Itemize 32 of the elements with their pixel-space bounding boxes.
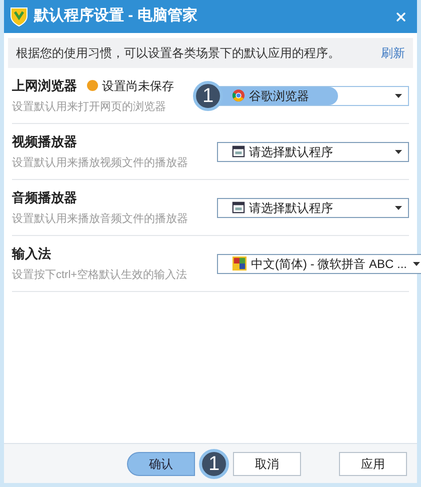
- window-title: 默认程序设置 - 电脑管家: [34, 6, 198, 26]
- dropdown-arrow-icon: [395, 150, 402, 154]
- program-dropdown[interactable]: 请选择默认程序: [217, 198, 409, 218]
- window-program-icon: [232, 145, 245, 158]
- step-number-badge: 1: [199, 448, 229, 478]
- browser-logo-icon: [232, 89, 245, 102]
- setting-title: 音频播放器: [12, 189, 77, 207]
- setting-title: 输入法: [12, 245, 51, 263]
- dialog-button[interactable]: 应用: [339, 452, 407, 476]
- program-dropdown[interactable]: 请选择默认程序: [217, 142, 409, 162]
- warning-icon: [87, 80, 98, 92]
- step-number-badge: 1: [193, 80, 223, 110]
- refresh-link[interactable]: 刷新: [381, 44, 405, 62]
- program-dropdown[interactable]: 中文(简体) - 微软拼音 ABC ...: [217, 254, 421, 274]
- setting-description: 设置默认用来播放视频文件的播放器: [12, 156, 188, 170]
- setting-description: 设置默认用来打开网页的浏览器: [12, 100, 166, 114]
- warning-text: 设置尚未保存: [102, 78, 174, 95]
- setting-description: 设置按下ctrl+空格默认生效的输入法: [12, 268, 188, 282]
- program-dropdown[interactable]: 谷歌浏览器: [217, 86, 409, 106]
- shield-logo-icon: [10, 6, 28, 26]
- close-icon: [394, 10, 408, 24]
- dropdown-arrow-icon: [413, 262, 420, 266]
- setting-title: 上网浏览器: [12, 77, 77, 95]
- info-text: 根据您的使用习惯，可以设置各类场景下的默认应用的程序。: [16, 45, 340, 62]
- dropdown-arrow-icon: [395, 94, 402, 98]
- dialog-button[interactable]: 确认: [127, 452, 195, 476]
- setting-title: 视频播放器: [12, 133, 77, 151]
- keyboard-language-icon: [232, 256, 247, 271]
- dropdown-arrow-icon: [395, 206, 402, 210]
- setting-description: 设置默认用来播放音频文件的播放器: [12, 212, 188, 226]
- dialog-button[interactable]: 取消: [233, 452, 301, 476]
- window-program-icon: [232, 201, 245, 214]
